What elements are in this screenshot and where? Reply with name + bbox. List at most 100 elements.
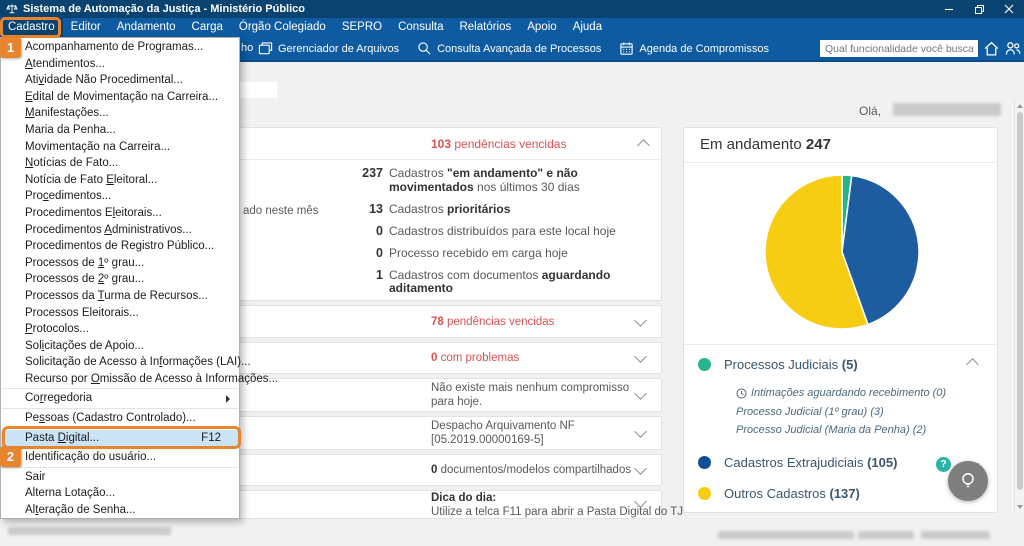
title-bar: Sistema de Automação da Justiça - Minist… (0, 0, 1024, 18)
toolbar-button-consulta-avancada[interactable]: Consulta Avançada de Processos (417, 41, 601, 56)
chevron-down-icon[interactable] (634, 462, 647, 475)
minimize-button[interactable] (934, 0, 964, 18)
menu-item-processos-da-turma-de-recursos[interactable]: Processos da Turma de Recursos... (1, 288, 239, 305)
menubar-item-carga[interactable]: Carga (184, 18, 231, 37)
pendency-item: 0 Processo recebido em carga hoje (349, 245, 649, 261)
menu-item-processos-eleitorais[interactable]: Processos Eleitorais... (1, 305, 239, 322)
search-input[interactable] (820, 40, 978, 57)
lightbulb-fab[interactable] (948, 461, 988, 501)
menubar-item-orgao-colegiado[interactable]: Órgão Colegiado (231, 18, 334, 37)
menu-item-noticias-de-fato[interactable]: Notícias de Fato... (1, 155, 239, 172)
legend-item-outros-cadastros[interactable]: Outros Cadastros (137) (698, 483, 985, 505)
redacted-text (921, 531, 990, 539)
chevron-up-icon[interactable] (637, 139, 650, 152)
menu-item-solicitacoes-de-apoio[interactable]: Solicitações de Apoio... (1, 338, 239, 355)
close-button[interactable] (994, 0, 1024, 18)
menu-item-processos-de-1-grau[interactable]: Processos de 1º grau... (1, 255, 239, 272)
pendency-count: 0 (376, 245, 383, 260)
menubar-item-consulta[interactable]: Consulta (390, 18, 451, 37)
legend-label: Cadastros Extrajudiciais (105) (724, 455, 898, 470)
menu-item-acompanhamento-de-programas[interactable]: Acompanhamento de Programas... (1, 39, 239, 56)
menu-item-identificacao-do-usuario[interactable]: Identificação do usuário... (1, 449, 239, 466)
pendency-count: 0 (376, 223, 383, 238)
menu-item-solicitacao-de-acesso-a-informacoes-lai[interactable]: Solicitação de Acesso à Informações (LAI… (1, 354, 251, 371)
scroll-up-icon[interactable] (1017, 104, 1023, 108)
redacted-text (8, 527, 171, 535)
row-text: Não existe mais nenhum compromisso para … (431, 382, 630, 408)
pendency-item: 237 Cadastros "em andamento" e não movime… (349, 166, 649, 194)
menu-item-movimentacao-na-carreira[interactable]: Movimentação na Carreira... (1, 139, 239, 156)
menu-item-atendimentos[interactable]: Atendimentos... (1, 56, 239, 73)
window-controls (934, 0, 1024, 18)
chevron-down-icon[interactable] (634, 313, 647, 327)
pendency-label: Processo recebido em carga hoje (389, 245, 568, 260)
card-em-andamento: Em andamento 247 Processos Judiciais (5)… (683, 127, 998, 513)
toolbar-button-label: Consulta Avançada de Processos (437, 42, 602, 55)
toolbar-item-partial[interactable]: ho (241, 37, 253, 60)
menubar-item-ajuda[interactable]: Ajuda (565, 18, 610, 37)
chevron-down-icon[interactable] (634, 350, 647, 363)
menu-item-corregedoria[interactable]: Corregedoria (1, 390, 239, 407)
menu-item-alteracao-de-senha[interactable]: Alteração de Senha... (1, 502, 239, 519)
greeting-text: Olá, (859, 104, 882, 118)
menu-item-maria-da-penha[interactable]: Maria da Penha... (1, 122, 239, 139)
scrollbar-thumb[interactable] (1016, 112, 1023, 490)
menu-item-procedimentos-de-registro-publico[interactable]: Procedimentos de Registro Público... (1, 238, 239, 255)
pendency-count: 13 (369, 201, 383, 216)
users-icon[interactable] (1004, 40, 1022, 57)
advanced-search-icon (418, 42, 431, 55)
menu-separator (2, 408, 238, 410)
partial-text-fragment: ado neste mês (243, 205, 319, 217)
menubar-item-sepro[interactable]: SEPRO (334, 18, 390, 37)
menubar-item-relatorios[interactable]: Relatórios (451, 18, 519, 37)
menu-item-processos-de-2-grau[interactable]: Processos de 2º grau... (1, 271, 239, 288)
legend-item-processos-judiciais[interactable]: Processos Judiciais (5) (698, 353, 985, 375)
pendency-item: 13 Cadastros prioritários (349, 201, 649, 217)
menu-item-procedimentos-administrativos[interactable]: Procedimentos Administrativos... (1, 222, 239, 239)
pendency-label: Cadastros distribuídos para este local h… (389, 223, 616, 238)
calendar-icon (620, 42, 634, 55)
legend-subitem: Intimações aguardando recebimento (0) (736, 384, 985, 403)
menu-item-atividade-nao-procedimental[interactable]: Atividade Não Procedimental... (1, 72, 239, 89)
em-andamento-title: Em andamento (700, 136, 802, 153)
menu-item-alterna-lotacao[interactable]: Alterna Lotação... (1, 485, 239, 502)
menu-item-noticia-de-fato-eleitoral[interactable]: Notícia de Fato Eleitoral... (1, 172, 239, 189)
legend-dot (698, 487, 711, 500)
window-title: Sistema de Automação da Justiça - Minist… (23, 3, 305, 15)
pendency-list: 237 Cadastros "em andamento" e não movime… (349, 166, 649, 304)
menu-item-procedimentos-eleitorais[interactable]: Procedimentos Eleitorais... (1, 205, 239, 222)
restore-button[interactable] (964, 0, 994, 18)
redacted-text (718, 531, 854, 539)
menu-item-procedimentos[interactable]: Procedimentos... (1, 188, 239, 205)
row-text: Despacho Arquivamento NF [05.2019.000001… (431, 420, 575, 446)
menu-item-recurso-por-omissao-de-acesso-a-informacoes[interactable]: Recurso por Omissão de Acesso à Informaç… (1, 371, 278, 388)
partial-control[interactable] (240, 82, 277, 98)
menu-bar: Cadastro Editor Andamento Carga Órgão Colegi… (0, 18, 1024, 37)
toolbar-button-agenda[interactable]: Agenda de Compromissos (619, 41, 769, 56)
legend-dot (698, 357, 711, 371)
annotation-step-1: 1 (0, 37, 21, 58)
pendency-label: Cadastros "em andamento" e não movimenta… (389, 166, 580, 194)
help-icon[interactable]: ? (936, 457, 951, 472)
menu-item-edital-de-movimentacao-na-carreira[interactable]: Edital de Movimentação na Carreira... (1, 89, 239, 106)
submenu-arrow-icon (226, 394, 230, 403)
chevron-up-icon[interactable] (966, 358, 979, 371)
menu-separator (2, 466, 238, 468)
em-andamento-header: Em andamento 247 (684, 128, 997, 163)
menubar-item-editor[interactable]: Editor (63, 18, 109, 37)
redacted-text (858, 531, 914, 539)
menubar-item-apoio[interactable]: Apoio (519, 18, 564, 37)
clock-icon (736, 388, 747, 399)
scrollbar[interactable] (1014, 100, 1024, 513)
menu-item-sair[interactable]: Sair (1, 469, 239, 486)
menu-item-protocolos[interactable]: Protocolos... (1, 321, 239, 338)
home-icon[interactable] (983, 40, 1000, 57)
menu-item-manifestacoes[interactable]: Manifestações... (1, 105, 239, 122)
menu-item-pessoas-cadastro-controlado[interactable]: Pessoas (Cadastro Controlado)... (1, 410, 239, 427)
toolbar-buttons: Gerenciador de Arquivos Consulta Avançad… (258, 37, 769, 60)
toolbar-button-gerenciador-de-arquivos[interactable]: Gerenciador de Arquivos (258, 41, 399, 56)
status-bar (0, 520, 1024, 546)
pendencias-vencidas-103: 103 pendências vencidas (431, 137, 567, 151)
scroll-down-icon[interactable] (1017, 505, 1023, 509)
menubar-item-andamento[interactable]: Andamento (109, 18, 184, 37)
